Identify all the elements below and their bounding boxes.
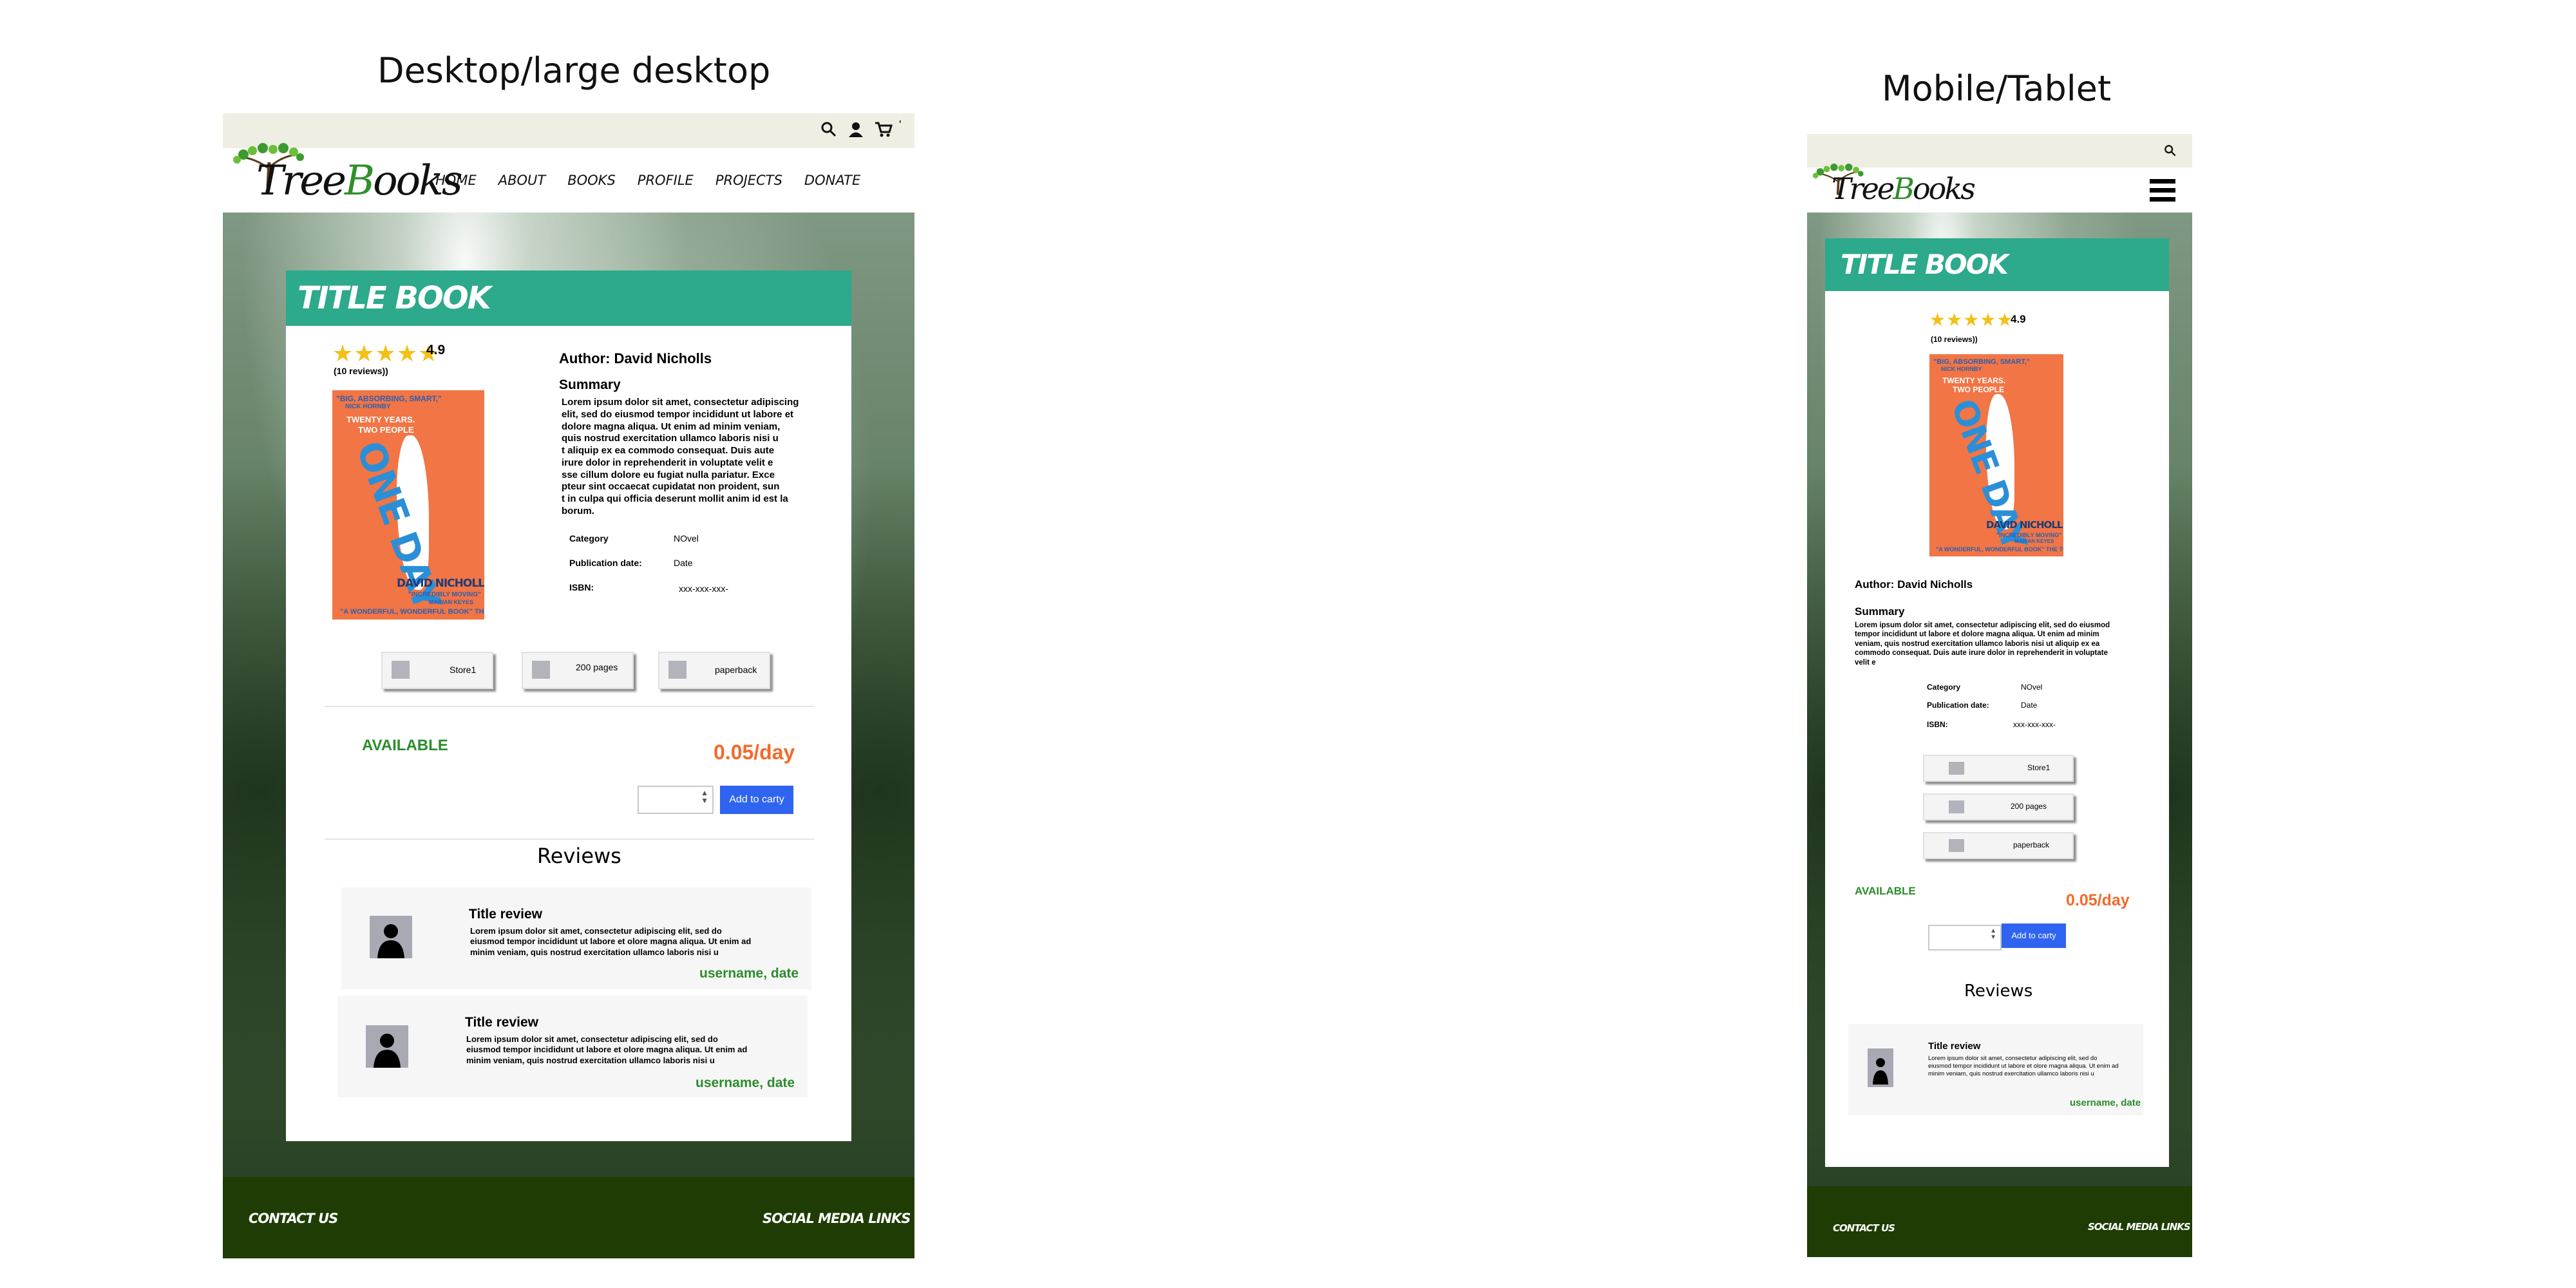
- tile-store[interactable]: Store1: [381, 652, 493, 689]
- main-nav: HOME ABOUT BOOKS PROFILE PROJECTS DONATE: [435, 173, 860, 188]
- category-value: NOvel: [2021, 683, 2043, 692]
- rating-stars: ★★★★★: [332, 340, 440, 366]
- tile-pages[interactable]: 200 pages: [522, 652, 634, 689]
- review-body: Lorem ipsum dolor sit amet, consectetur …: [470, 926, 752, 957]
- book-details: Category NOvel Publication date: Date IS…: [569, 533, 728, 594]
- book-cover-image: "BIG, ABSORBING, SMART," NICK HORNBY TWE…: [1929, 354, 2063, 556]
- divider: [325, 838, 814, 840]
- mobile-topbar: [1807, 134, 2192, 167]
- pubdate-value: Date: [674, 558, 693, 568]
- add-to-cart-button[interactable]: Add to carty: [720, 786, 793, 814]
- search-icon[interactable]: [2164, 144, 2177, 157]
- review-username-date: username, date: [696, 1075, 795, 1090]
- quantity-stepper[interactable]: ▲ ▼: [1928, 925, 2002, 951]
- review-title: Title review: [469, 907, 543, 922]
- review-card: Title review Lorem ipsum dolor sit amet,…: [337, 996, 808, 1097]
- desktop-frame: ' TreeBooks HOME ABOUT BOOKS PROFILE PRO…: [223, 113, 914, 1258]
- book-summary: Lorem ipsum dolor sit amet, consectetur …: [562, 397, 799, 516]
- book-author: Author: David Nicholls: [559, 350, 712, 366]
- brand-logo-text[interactable]: TreeBooks: [256, 157, 463, 205]
- rating-stars: ★★★★★: [1929, 310, 2014, 330]
- avatar-icon: [1868, 1048, 1893, 1087]
- nav-home[interactable]: HOME: [435, 173, 477, 188]
- rating-value: 4.9: [2011, 313, 2026, 325]
- book-title: TITLE BOOK: [1825, 238, 2169, 291]
- hamburger-menu-icon[interactable]: [2150, 179, 2175, 202]
- mobile-frame: TreeBooks CONTACT US SOCIAL MEDIA LINKS …: [1807, 134, 2192, 1257]
- review-username-date: username, date: [2070, 1097, 2141, 1108]
- desktop-header: TreeBooks HOME ABOUT BOOKS PROFILE PROJE…: [223, 143, 914, 213]
- divider: [325, 706, 814, 707]
- review-card: Title review Lorem ipsum dolor sit amet,…: [341, 887, 811, 989]
- nav-projects[interactable]: PROJECTS: [715, 173, 782, 188]
- topbar-extra: ': [899, 118, 902, 131]
- nav-donate[interactable]: DONATE: [804, 173, 860, 188]
- category-value: NOvel: [674, 533, 699, 544]
- footer-contact-link[interactable]: CONTACT US: [249, 1211, 338, 1226]
- search-icon[interactable]: [820, 121, 837, 138]
- pubdate-value: Date: [2021, 701, 2038, 710]
- mobile-header: TreeBooks: [1807, 164, 2192, 213]
- review-card: Title review Lorem ipsum dolor sit amet,…: [1848, 1024, 2143, 1115]
- footer-social-links[interactable]: SOCIAL MEDIA LINKS: [762, 1211, 911, 1226]
- quantity-stepper[interactable]: ▲ ▼: [638, 786, 714, 814]
- book-card: TITLE BOOK ★★★★★ 4.9 (10 reviews)) "BIG,…: [1825, 238, 2169, 1167]
- tile-store[interactable]: Store1: [1923, 755, 2074, 782]
- reviews-heading: Reviews: [537, 844, 621, 868]
- price-per-day: 0.05/day: [2066, 891, 2130, 909]
- review-title: Title review: [465, 1015, 539, 1030]
- nav-profile[interactable]: PROFILE: [638, 173, 694, 188]
- stepper-arrows-icon[interactable]: ▲ ▼: [701, 789, 708, 804]
- book-author: Author: David Nicholls: [1855, 578, 1973, 591]
- avatar-icon: [366, 1025, 408, 1068]
- availability-status: AVAILABLE: [1855, 885, 1916, 897]
- review-title: Title review: [1928, 1041, 1981, 1052]
- book-details: Category NOvel Publication date: Date IS…: [1927, 683, 2056, 729]
- desktop-topbar: ': [223, 113, 914, 148]
- nav-about[interactable]: ABOUT: [498, 173, 546, 188]
- review-username-date: username, date: [699, 966, 799, 981]
- stepper-arrows-icon[interactable]: ▲ ▼: [1990, 928, 1996, 941]
- summary-label: Summary: [559, 377, 621, 392]
- review-body: Lorem ipsum dolor sit amet, consectetur …: [466, 1034, 748, 1065]
- tile-pages[interactable]: 200 pages: [1923, 793, 2074, 820]
- tile-format[interactable]: paperback: [658, 652, 770, 689]
- review-body: Lorem ipsum dolor sit amet, consectetur …: [1928, 1055, 2119, 1077]
- book-title: TITLE BOOK: [286, 270, 851, 326]
- mobile-footer: CONTACT US SOCIAL MEDIA LINKS: [1807, 1186, 2192, 1257]
- mobile-heading: Mobile/Tablet: [1882, 68, 2112, 109]
- brand-logo-text[interactable]: TreeBooks: [1832, 171, 1976, 206]
- add-to-cart-button[interactable]: Add to carty: [2002, 923, 2066, 948]
- rating-value: 4.9: [426, 343, 446, 357]
- cart-icon[interactable]: [875, 121, 893, 138]
- reviews-count: (10 reviews)): [334, 366, 388, 376]
- nav-books[interactable]: BOOKS: [567, 173, 616, 188]
- book-summary: Lorem ipsum dolor sit amet, consectetur …: [1855, 621, 2110, 667]
- availability-status: AVAILABLE: [362, 737, 448, 754]
- desktop-heading: Desktop/large desktop: [377, 50, 771, 91]
- footer-social-links[interactable]: SOCIAL MEDIA LINKS: [2088, 1221, 2191, 1233]
- isbn-value: xxx-xxx-xxx-: [679, 583, 728, 594]
- reviews-heading: Reviews: [1964, 981, 2033, 1001]
- price-per-day: 0.05/day: [714, 741, 795, 764]
- book-cover-image: "BIG, ABSORBING, SMART," NICK HORNBY TWE…: [332, 390, 484, 620]
- tile-format[interactable]: paperback: [1923, 832, 2074, 859]
- desktop-footer: CONTACT US SOCIAL MEDIA LINKS: [223, 1177, 914, 1258]
- footer-contact-link[interactable]: CONTACT US: [1833, 1222, 1895, 1234]
- isbn-value: xxx-xxx-xxx-: [2013, 720, 2056, 729]
- book-card: TITLE BOOK ★★★★★ 4.9 (10 reviews)) "BIG,…: [286, 270, 851, 1141]
- reviews-count: (10 reviews)): [1931, 335, 1978, 344]
- avatar-icon: [370, 916, 412, 958]
- user-icon[interactable]: [848, 121, 864, 138]
- summary-label: Summary: [1855, 605, 1905, 618]
